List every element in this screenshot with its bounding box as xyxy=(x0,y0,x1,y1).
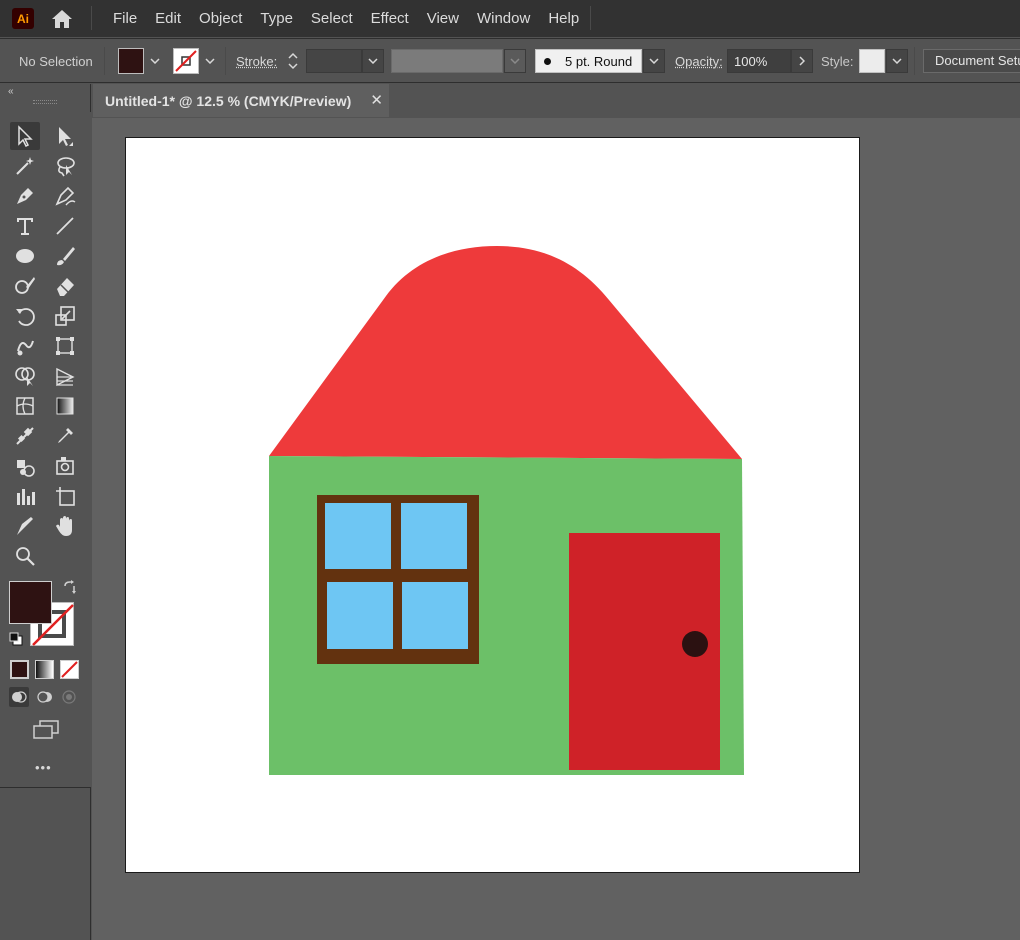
zoom-tool-icon[interactable] xyxy=(10,542,40,570)
menu-type[interactable]: Type xyxy=(251,0,302,37)
selection-tool-icon[interactable] xyxy=(10,122,40,150)
brush-definition[interactable]: 5 pt. Round xyxy=(535,49,642,73)
artboard[interactable] xyxy=(125,137,860,873)
stroke-weight-input[interactable] xyxy=(306,49,362,73)
document-tab[interactable]: Untitled-1* @ 12.5 % (CMYK/Preview) ✕ xyxy=(93,84,389,117)
eraser-tool-icon[interactable] xyxy=(50,272,80,300)
graphic-style-dropdown[interactable] xyxy=(886,49,908,73)
fill-color-indicator[interactable] xyxy=(9,581,52,624)
scale-tool-icon[interactable] xyxy=(50,302,80,330)
house-artwork xyxy=(269,246,744,775)
window-pane-top-left[interactable] xyxy=(325,503,391,569)
brush-dot-icon xyxy=(544,57,551,65)
ellipse-tool-icon[interactable] xyxy=(10,242,40,270)
window-pane-bottom-right[interactable] xyxy=(402,582,468,649)
free-transform-tool-icon[interactable] xyxy=(50,332,80,360)
rotate-tool-icon[interactable] xyxy=(10,302,40,330)
paintbrush-tool-icon[interactable] xyxy=(50,242,80,270)
opacity-expand[interactable] xyxy=(791,49,813,73)
brush-label: 5 pt. Round xyxy=(565,53,633,69)
menu-file[interactable]: File xyxy=(104,0,146,37)
brush-dropdown[interactable] xyxy=(643,49,665,73)
column-graph-tool-icon[interactable] xyxy=(10,482,40,510)
home-icon[interactable] xyxy=(50,8,74,30)
opacity-label[interactable]: Opacity: xyxy=(675,54,723,69)
variable-width-profile[interactable] xyxy=(391,49,503,73)
none-mode-button[interactable] xyxy=(60,660,79,679)
perspective-grid-tool-icon[interactable] xyxy=(50,362,80,390)
stroke-weight-stepper[interactable] xyxy=(284,49,302,73)
document-setup-label: Document Setup xyxy=(935,53,1020,68)
hand-tool-icon[interactable] xyxy=(50,512,80,540)
stroke-dropdown-chevron-icon[interactable] xyxy=(200,49,220,73)
swap-fill-stroke-icon[interactable] xyxy=(62,580,78,601)
menu-help[interactable]: Help xyxy=(539,0,588,37)
document-tab-row: Untitled-1* @ 12.5 % (CMYK/Preview) ✕ xyxy=(91,84,1020,117)
draw-normal-icon[interactable] xyxy=(9,687,29,707)
window-pane-top-right[interactable] xyxy=(401,503,467,569)
document-tab-title: Untitled-1* @ 12.5 % (CMYK/Preview) xyxy=(105,92,352,109)
menu-select[interactable]: Select xyxy=(302,0,362,37)
stroke-swatch-none[interactable] xyxy=(173,48,199,74)
toolbar: ••• xyxy=(0,112,91,788)
opacity-input[interactable]: 100% xyxy=(727,49,791,73)
live-paint-tool-icon[interactable] xyxy=(50,452,80,480)
illustrator-logo: Ai xyxy=(12,8,34,29)
door-knob[interactable] xyxy=(682,631,708,657)
eyedropper-tool-icon[interactable] xyxy=(50,422,80,450)
menu-items: File Edit Object Type Select Effect View… xyxy=(104,0,588,37)
draw-behind-icon[interactable] xyxy=(35,687,55,707)
menu-object[interactable]: Object xyxy=(190,0,251,37)
warp-tool-icon[interactable] xyxy=(10,332,40,360)
curvature-tool-icon[interactable] xyxy=(50,182,80,210)
stroke-label[interactable]: Stroke: xyxy=(236,54,277,69)
control-separator xyxy=(225,47,226,75)
menu-separator xyxy=(91,6,92,30)
menu-bar: Ai File Edit Object Type Select Effect V… xyxy=(0,0,1020,37)
default-fill-stroke-icon[interactable] xyxy=(9,632,23,651)
menu-edit[interactable]: Edit xyxy=(146,0,190,37)
direct-selection-tool-icon[interactable] xyxy=(50,122,80,150)
menu-view[interactable]: View xyxy=(418,0,468,37)
fill-dropdown-chevron-icon[interactable] xyxy=(145,49,165,73)
panel-grip-icon[interactable] xyxy=(33,100,57,104)
control-bar: No Selection Stroke: 5 pt. Round Opacity… xyxy=(0,38,1020,83)
type-tool-icon[interactable] xyxy=(10,212,40,240)
edit-toolbar-more-icon[interactable]: ••• xyxy=(35,760,52,775)
opacity-value: 100% xyxy=(734,53,768,69)
lasso-tool-icon[interactable] xyxy=(50,152,80,180)
pen-tool-icon[interactable] xyxy=(10,182,40,210)
house-roof[interactable] xyxy=(269,246,742,459)
blend-tool-icon[interactable] xyxy=(10,422,40,450)
variable-width-dropdown[interactable] xyxy=(504,49,526,73)
selection-status: No Selection xyxy=(19,54,93,69)
collapse-panel-icon[interactable]: « xyxy=(8,86,14,97)
symbol-sprayer-tool-icon[interactable] xyxy=(10,452,40,480)
graphic-style-swatch[interactable] xyxy=(859,49,885,73)
slice-tool-icon[interactable] xyxy=(10,512,40,540)
menu-separator xyxy=(590,6,591,30)
control-separator xyxy=(104,47,105,75)
gradient-mode-button[interactable] xyxy=(35,660,54,679)
close-tab-icon[interactable]: ✕ xyxy=(370,91,383,109)
color-mode-button[interactable] xyxy=(10,660,29,679)
mesh-tool-icon[interactable] xyxy=(10,392,40,420)
menu-effect[interactable]: Effect xyxy=(362,0,418,37)
draw-inside-icon[interactable] xyxy=(59,687,79,707)
screen-mode-icon[interactable] xyxy=(32,720,60,745)
fill-swatch[interactable] xyxy=(118,48,144,74)
stroke-weight-dropdown[interactable] xyxy=(362,49,384,73)
menu-window[interactable]: Window xyxy=(468,0,539,37)
shape-builder-tool-icon[interactable] xyxy=(10,362,40,390)
line-segment-tool-icon[interactable] xyxy=(50,212,80,240)
control-separator xyxy=(914,47,915,75)
shaper-tool-icon[interactable] xyxy=(10,272,40,300)
style-label: Style: xyxy=(821,54,854,69)
magic-wand-tool-icon[interactable] xyxy=(10,152,40,180)
artboard-tool-icon[interactable] xyxy=(50,482,80,510)
window-pane-bottom-left[interactable] xyxy=(327,582,393,649)
document-setup-button[interactable]: Document Setup xyxy=(923,49,1020,73)
gradient-tool-icon[interactable] xyxy=(50,392,80,420)
